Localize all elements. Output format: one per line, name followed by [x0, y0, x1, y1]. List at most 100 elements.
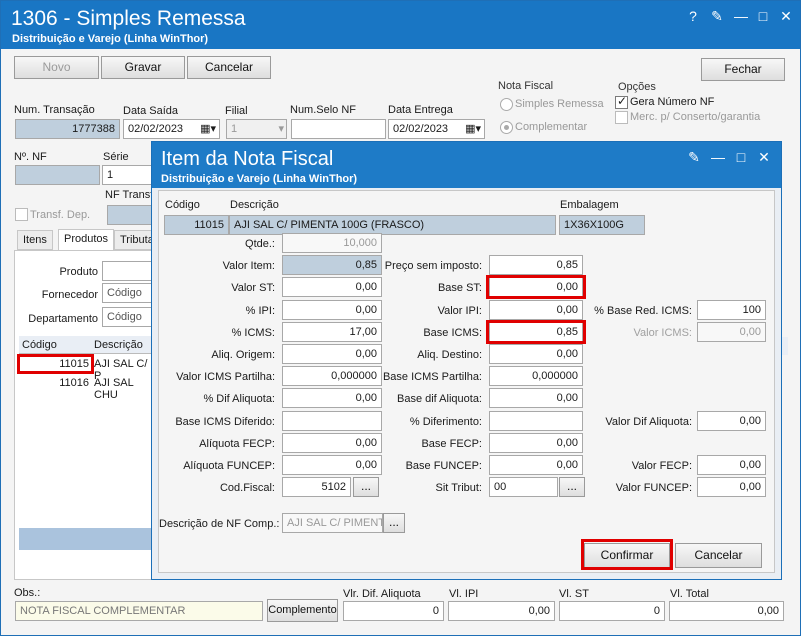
- data-entrega-field[interactable]: 02/02/2023 ▦▾: [388, 119, 485, 139]
- grid-col-descricao[interactable]: Descrição: [94, 339, 143, 351]
- highlight-box: [486, 319, 586, 344]
- data-entrega-label: Data Entrega: [388, 104, 453, 116]
- grid-col-codigo[interactable]: Código: [22, 339, 57, 351]
- table-row[interactable]: 11016 AJI SAL CHU: [19, 374, 155, 401]
- close-button[interactable]: ✕: [777, 7, 795, 25]
- minimize-button[interactable]: —: [732, 7, 750, 25]
- produto-field[interactable]: [102, 261, 154, 281]
- highlight-box: [486, 275, 586, 300]
- num-selo-nf-field[interactable]: [291, 119, 386, 139]
- aliq-origem-label: Aliq. Origem:: [211, 349, 275, 361]
- obs-field[interactable]: NOTA FISCAL COMPLEMENTAR: [15, 601, 263, 621]
- valor-icms-field[interactable]: 0,00: [697, 321, 766, 342]
- pct-base-red-icms-field[interactable]: 100: [697, 299, 766, 320]
- maximize-button[interactable]: □: [732, 148, 750, 166]
- base-dif-aliquota-field[interactable]: 0,00: [489, 388, 583, 409]
- merc-conserto-checkbox[interactable]: [615, 111, 628, 124]
- codigo-field[interactable]: 11015: [164, 215, 229, 235]
- cancelar-dialog-button[interactable]: Cancelar: [675, 543, 762, 568]
- desc-nf-comp-label: Descrição de NF Comp.:: [159, 518, 280, 530]
- vl-total-label: Vl. Total: [670, 588, 709, 600]
- sit-tribut-label: Sit Tribut:: [435, 482, 482, 495]
- pct-icms-label: % ICMS:: [231, 326, 275, 339]
- highlight-box: [17, 354, 94, 374]
- qtde-field[interactable]: 10,000: [282, 233, 382, 253]
- num-transacao-label: Num. Transação: [14, 104, 95, 116]
- gera-numero-nf-checkbox[interactable]: ✓: [615, 94, 628, 109]
- nf-transf-field[interactable]: [107, 205, 154, 225]
- tab-produtos[interactable]: Produtos: [58, 229, 115, 251]
- num-nf-label: Nº. NF: [14, 151, 47, 163]
- data-saida-label: Data Saída: [123, 105, 179, 117]
- base-icms-partilha-label: Base ICMS Partilha:: [382, 371, 482, 384]
- vl-ipi-field[interactable]: 0,00: [448, 601, 555, 621]
- fechar-button[interactable]: Fechar: [701, 58, 785, 81]
- vl-ipi-label: Vl. IPI: [449, 588, 479, 600]
- vl-st-field[interactable]: 0: [559, 601, 665, 621]
- grid-footer: [19, 528, 155, 550]
- valor-icms-partilha-label: Valor ICMS Partilha:: [176, 371, 275, 384]
- cod-fiscal-field[interactable]: 5102: [282, 477, 351, 498]
- serie-field[interactable]: 1: [102, 165, 154, 185]
- departamento-label: Departamento: [28, 313, 98, 325]
- valor-dif-aliquota-label: Valor Dif Aliquota:: [605, 415, 692, 428]
- row-descricao: AJI SAL CHU: [94, 377, 134, 401]
- complemento-button[interactable]: Complemento: [267, 599, 338, 622]
- valor-item-label: Valor Item:: [222, 260, 275, 273]
- vl-dif-aliquota-field[interactable]: 0: [343, 601, 444, 621]
- merc-conserto-label: Merc. p/ Conserto/garantia: [630, 111, 761, 123]
- valor-st-label: Valor ST:: [231, 282, 275, 295]
- highlight-box: [581, 539, 673, 570]
- minimize-button[interactable]: —: [709, 148, 727, 166]
- pct-diferimento-field[interactable]: [489, 410, 583, 431]
- complementar-radio[interactable]: [500, 121, 513, 134]
- nota-fiscal-legend: Nota Fiscal: [498, 80, 554, 92]
- base-funcep-field[interactable]: 0,00: [489, 455, 583, 475]
- valor-fecp-field[interactable]: 0,00: [697, 455, 766, 475]
- sit-tribut-field[interactable]: 00: [489, 477, 558, 498]
- pct-base-red-icms-label: % Base Red. ICMS:: [594, 304, 692, 317]
- valor-funcep-field[interactable]: 0,00: [697, 477, 766, 498]
- embalagem-field[interactable]: 1X36X100G: [559, 215, 645, 235]
- valor-ipi-field[interactable]: 0,00: [489, 299, 583, 320]
- transf-dep-checkbox[interactable]: [15, 208, 28, 221]
- edit-icon[interactable]: ✎: [685, 148, 703, 166]
- help-button[interactable]: ?: [684, 7, 702, 25]
- close-button[interactable]: ✕: [755, 148, 773, 166]
- preco-sem-imposto-field[interactable]: 0,85: [489, 255, 583, 276]
- filial-value: 1: [231, 123, 238, 135]
- chevron-down-icon[interactable]: ▾: [278, 122, 284, 137]
- embalagem-label: Embalagem: [560, 199, 619, 211]
- simples-remessa-radio[interactable]: [500, 98, 513, 111]
- descricao-field[interactable]: AJI SAL C/ PIMENTA 100G (FRASCO): [229, 215, 556, 235]
- filial-select[interactable]: 1 ▾: [226, 119, 287, 139]
- base-st-label: Base ST:: [437, 282, 482, 295]
- dialog-subtitle: Distribuição e Varejo (Linha WinThor): [161, 173, 358, 185]
- novo-button[interactable]: Novo: [14, 56, 99, 79]
- edit-icon[interactable]: ✎: [708, 7, 726, 25]
- aliq-destino-field[interactable]: 0,00: [489, 344, 583, 364]
- preco-sem-imposto-label: Preço sem imposto:: [384, 260, 482, 273]
- produto-label: Produto: [59, 266, 98, 278]
- desc-nf-comp-button[interactable]: ...: [383, 513, 405, 533]
- data-saida-field[interactable]: 02/02/2023 ▦▾: [123, 119, 220, 139]
- cancelar-button[interactable]: Cancelar: [187, 56, 271, 79]
- tab-itens[interactable]: Itens: [17, 230, 53, 250]
- vl-st-label: Vl. ST: [559, 588, 589, 600]
- desc-nf-comp-field[interactable]: AJI SAL C/ PIMENTA: [282, 513, 383, 533]
- vl-dif-aliquota-label: Vlr. Dif. Aliquota: [343, 588, 421, 600]
- fornecedor-field[interactable]: Código: [102, 283, 154, 303]
- gravar-button[interactable]: Gravar: [101, 56, 185, 79]
- departamento-field[interactable]: Código: [102, 307, 154, 327]
- num-nf-field[interactable]: [15, 165, 100, 185]
- num-transacao-field[interactable]: 1777388: [15, 119, 120, 139]
- base-fecp-field[interactable]: 0,00: [489, 432, 583, 453]
- window-title: 1306 - Simples Remessa: [11, 7, 246, 30]
- vl-total-field[interactable]: 0,00: [669, 601, 784, 621]
- calendar-icon[interactable]: ▦▾: [465, 122, 481, 137]
- base-fecp-label: Base FECP:: [421, 437, 482, 450]
- base-icms-partilha-field[interactable]: 0,000000: [489, 366, 583, 387]
- valor-dif-aliquota-field[interactable]: 0,00: [697, 410, 766, 431]
- maximize-button[interactable]: □: [754, 7, 772, 25]
- calendar-icon[interactable]: ▦▾: [200, 122, 216, 137]
